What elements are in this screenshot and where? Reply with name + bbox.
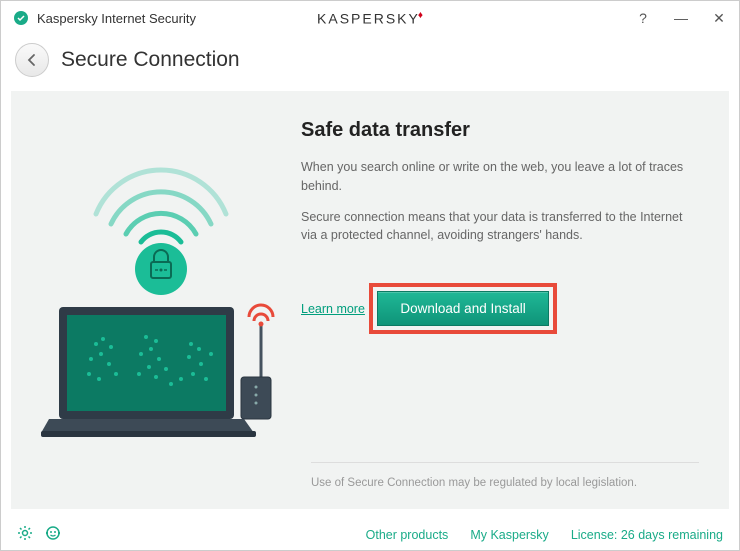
- app-icon: [13, 10, 29, 26]
- bottom-bar: Other products My Kaspersky License: 26 …: [1, 519, 739, 550]
- page-title: Secure Connection: [61, 48, 240, 72]
- help-icon[interactable]: ?: [635, 10, 651, 26]
- window-controls: ? ― ✕: [635, 10, 727, 27]
- brand-text: KASPERSKY: [317, 10, 420, 26]
- license-link[interactable]: License: 26 days remaining: [571, 528, 723, 542]
- minimize-icon[interactable]: ―: [673, 10, 689, 26]
- back-button[interactable]: [15, 43, 49, 77]
- download-install-button[interactable]: Download and Install: [377, 291, 548, 326]
- legal-note: Use of Secure Connection may be regulate…: [311, 462, 699, 489]
- title-bar: Kaspersky Internet Security KASPERSKY♦ ?…: [1, 1, 739, 35]
- content-para-2: Secure connection means that your data i…: [301, 208, 699, 246]
- subheader: Secure Connection: [1, 35, 739, 91]
- content-area: Safe data transfer When you search onlin…: [281, 119, 699, 495]
- close-icon[interactable]: ✕: [711, 10, 727, 27]
- cta-highlight-box: Download and Install: [369, 283, 556, 334]
- content-para-1: When you search online or write on the w…: [301, 158, 699, 196]
- brand-accent: ♦: [418, 10, 423, 21]
- main-panel: Safe data transfer When you search onlin…: [11, 91, 729, 509]
- gear-icon[interactable]: [17, 525, 33, 544]
- bottom-icons: [17, 525, 61, 544]
- illustration: [41, 119, 281, 495]
- brand-logo: KASPERSKY♦: [317, 10, 423, 27]
- support-icon[interactable]: [45, 525, 61, 544]
- other-products-link[interactable]: Other products: [366, 528, 449, 542]
- learn-more-link[interactable]: Learn more: [301, 302, 365, 316]
- content-heading: Safe data transfer: [301, 119, 699, 142]
- my-kaspersky-link[interactable]: My Kaspersky: [470, 528, 549, 542]
- bottom-links: Other products My Kaspersky License: 26 …: [366, 528, 723, 542]
